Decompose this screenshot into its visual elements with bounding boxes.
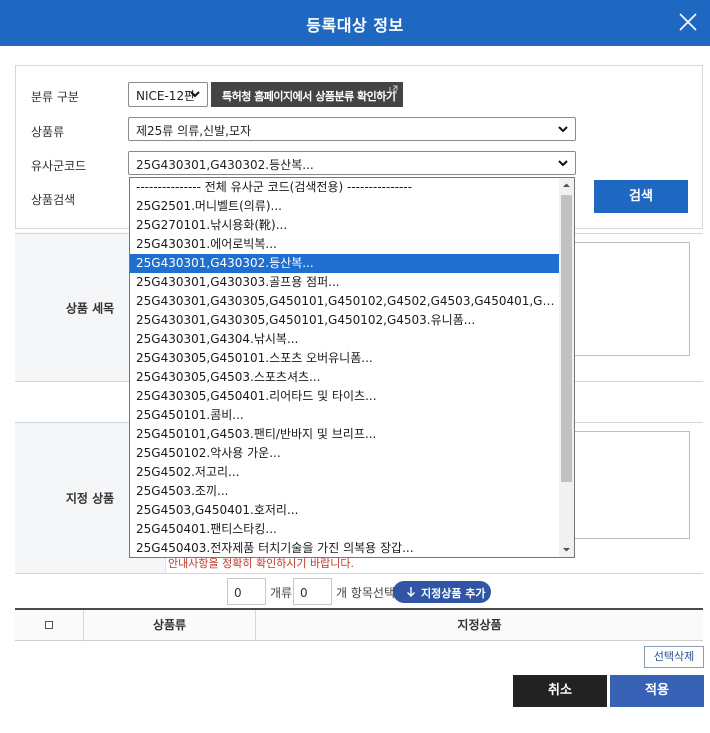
- add-designated-product-button[interactable]: 지정상품 추가: [393, 581, 491, 603]
- similar-code-select-value: 25G430301,G430302.등산복...: [136, 158, 314, 172]
- dropdown-option[interactable]: 25G430305,G450401.리어타드 및 타이츠...: [130, 387, 559, 406]
- column-designated: 지정상품: [457, 618, 502, 632]
- product-search-label: 상품검색: [31, 193, 76, 207]
- dropdown-option[interactable]: 25G4502.저고리...: [130, 463, 559, 482]
- product-detail-textarea[interactable]: [572, 242, 690, 356]
- dropdown-option[interactable]: 25G4503,G450401.호저리...: [130, 501, 559, 520]
- dropdown-option[interactable]: 25G430301,G4304.낚시복...: [130, 330, 559, 349]
- dropdown-option[interactable]: 25G430301.에어로빅복...: [130, 235, 559, 254]
- counter-row: 0 개류 0 개 항목선택 지정상품 추가: [0, 578, 710, 606]
- chevron-down-icon: [189, 88, 201, 100]
- chevron-down-icon: [557, 157, 569, 169]
- search-button[interactable]: 검색: [594, 180, 688, 213]
- item-count-unit: 개 항목선택: [336, 586, 396, 600]
- dropdown-option[interactable]: 25G450101,G4503.팬티/반바지 및 브리프...: [130, 425, 559, 444]
- dropdown-option[interactable]: 25G430301,G430303.골프용 점퍼...: [130, 273, 559, 292]
- arrow-down-icon: [406, 586, 416, 598]
- dropdown-option[interactable]: 25G2501.머니벨트(의류)...: [130, 197, 559, 216]
- class-count-unit: 개류: [270, 586, 293, 600]
- dropdown-option[interactable]: 25G430305,G4503.스포츠셔츠...: [130, 368, 559, 387]
- cancel-button[interactable]: 취소: [513, 675, 607, 707]
- dropdown-option[interactable]: --------------- 전체 유사군 코드(검색전용) --------…: [130, 178, 559, 197]
- scroll-up-icon[interactable]: [559, 178, 574, 193]
- similar-code-label: 유사군코드: [31, 159, 87, 173]
- category-select[interactable]: 제25류 의류,신발,모자: [128, 117, 576, 141]
- kipo-classification-button[interactable]: 특허청 홈페이지에서 상품분류 확인하기: [211, 82, 403, 107]
- select-all-checkbox[interactable]: [45, 621, 53, 629]
- close-icon[interactable]: [677, 11, 699, 33]
- delete-selected-button[interactable]: 선택삭제: [644, 646, 704, 668]
- dropdown-option[interactable]: 25G430301,G430305,G450101,G450102,G4502,…: [130, 292, 559, 311]
- class-label: 분류 구분: [31, 90, 79, 104]
- class-count-input[interactable]: 0: [227, 578, 266, 605]
- modal-title: 등록대상 정보: [306, 16, 404, 35]
- result-table-header: 상품류 지정상품: [15, 608, 703, 641]
- scrollbar-thumb[interactable]: [561, 195, 572, 482]
- dropdown-options: --------------- 전체 유사군 코드(검색전용) --------…: [130, 178, 559, 557]
- add-designated-product-label: 지정상품 추가: [421, 587, 486, 600]
- column-category: 상품류: [152, 618, 187, 632]
- designated-product-textarea[interactable]: [572, 431, 690, 539]
- dropdown-option[interactable]: 25G450403.전자제품 터치기술을 가진 의복용 장갑...: [130, 539, 559, 557]
- external-link-icon: [389, 85, 398, 94]
- kipo-classification-button-label: 특허청 홈페이지에서 상품분류 확인하기: [222, 90, 396, 103]
- item-count-input[interactable]: 0: [293, 578, 332, 605]
- dropdown-option[interactable]: 25G450102.악사용 가운...: [130, 444, 559, 463]
- similar-code-select[interactable]: 25G430301,G430302.등산복...: [128, 151, 576, 175]
- category-label: 상품류: [31, 125, 65, 139]
- dropdown-option[interactable]: 25G450401.팬티스타킹...: [130, 520, 559, 539]
- class-select-value: NICE-12판: [136, 89, 196, 103]
- dropdown-option[interactable]: 25G430305,G450101.스포츠 오버유니폼...: [130, 349, 559, 368]
- dropdown-option-selected[interactable]: 25G430301,G430302.등산복...: [130, 254, 559, 273]
- similar-code-dropdown-list[interactable]: --------------- 전체 유사군 코드(검색전용) --------…: [129, 177, 575, 558]
- dropdown-option[interactable]: 25G450101.콤비...: [130, 406, 559, 425]
- apply-button[interactable]: 적용: [610, 675, 704, 707]
- scroll-down-icon[interactable]: [559, 542, 574, 557]
- class-select[interactable]: NICE-12판: [128, 82, 208, 107]
- dropdown-option[interactable]: 25G270101.낚시용화(靴)...: [130, 216, 559, 235]
- dropdown-scrollbar[interactable]: [559, 178, 574, 557]
- dropdown-option[interactable]: 25G430301,G430305,G450101,G450102,G4503.…: [130, 311, 559, 330]
- chevron-down-icon: [557, 123, 569, 135]
- modal-header: 등록대상 정보: [0, 0, 710, 46]
- category-select-value: 제25류 의류,신발,모자: [136, 124, 252, 138]
- dropdown-option[interactable]: 25G4503.조끼...: [130, 482, 559, 501]
